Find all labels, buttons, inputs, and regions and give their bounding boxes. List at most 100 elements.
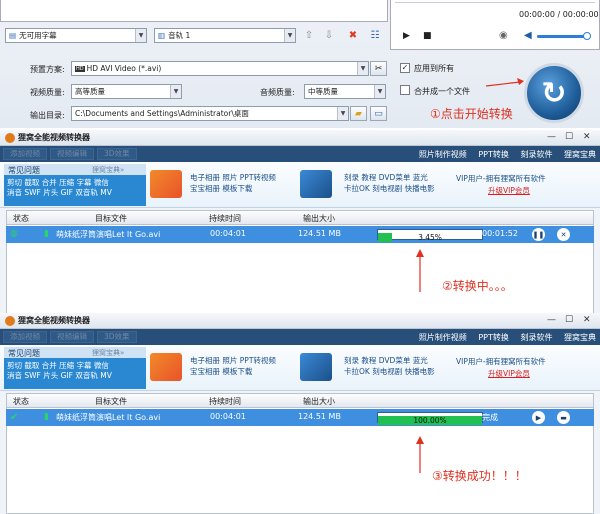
step2-annotation: ②转换中。。。: [442, 279, 513, 293]
play-button[interactable]: ▶: [532, 411, 545, 424]
menu-photo-video[interactable]: 照片制作视频: [419, 333, 467, 342]
close-icon[interactable]: ✕: [583, 132, 591, 142]
apply-all-checkbox[interactable]: ✓: [400, 63, 410, 73]
table-row[interactable]: ✔ ▮ 萌妹纸浮筒演唱Let It Go.avi 00:04:01 124.51…: [6, 409, 594, 426]
window-title: 狸窝全能视频转换器: [18, 316, 90, 325]
menu-ppt[interactable]: PPT转换: [478, 333, 509, 342]
menu-burn[interactable]: 刻录软件: [520, 150, 552, 159]
delete-icon[interactable]: ✖: [346, 28, 360, 42]
faq-tab[interactable]: 常见问题 狸窝宝典»: [4, 347, 146, 358]
video-quality-select[interactable]: 高等质量 ▼: [71, 84, 182, 99]
tab-video-edit[interactable]: 视频编辑: [50, 331, 94, 343]
tab-3d-effect[interactable]: 3D效果: [97, 148, 137, 160]
list-icon[interactable]: ☷: [368, 28, 382, 42]
vip-text: VIP用户-拥有狸窝所有软件: [456, 174, 546, 183]
ppt-icon[interactable]: [150, 170, 182, 198]
arrow-icon: [485, 78, 524, 87]
progress-text: 3.45%: [418, 233, 442, 242]
preset-select[interactable]: HD HD AVI Video (*.avi) ▼: [71, 61, 369, 76]
table-row[interactable]: ◍ ▮ 萌妹纸浮筒演唱Let It Go.avi 00:04:01 124.51…: [6, 226, 594, 243]
tab-add-video[interactable]: 添加视频: [3, 331, 47, 343]
volume-handle[interactable]: [583, 32, 591, 40]
apply-all-label: 应用到所有: [414, 64, 454, 73]
close-icon[interactable]: ✕: [583, 315, 591, 325]
album-links[interactable]: 电子相册 照片 PPT转视频 宝宝相册 模板下载: [190, 172, 276, 194]
tab-video-edit[interactable]: 视频编辑: [50, 148, 94, 160]
camera-icon[interactable]: ◉: [499, 30, 508, 41]
col-file: 目标文件: [95, 397, 127, 406]
volume-slider[interactable]: [537, 35, 587, 38]
row-size: 124.51 MB: [298, 412, 341, 421]
vip-link[interactable]: 升级VIP会员: [488, 185, 530, 196]
menu-burn[interactable]: 刻录软件: [520, 333, 552, 342]
chevron-down-icon: ▼: [337, 107, 348, 120]
minimize-icon[interactable]: —: [547, 315, 556, 325]
converter-window: 狸窝全能视频转换器 — ☐ ✕ 添加视频 视频编辑 3D效果 照片制作视频 PP…: [0, 130, 600, 318]
start-convert-button[interactable]: ↻: [524, 63, 584, 123]
dvd-icon[interactable]: [300, 353, 332, 381]
play-icon[interactable]: ▶: [403, 31, 410, 41]
col-duration: 持续时间: [209, 214, 241, 223]
pause-icon: ❚❚: [532, 230, 545, 239]
ppt-icon[interactable]: [150, 353, 182, 381]
move-down-icon[interactable]: ⇩: [322, 28, 336, 42]
audio-track-select[interactable]: ▥ 音轨 1 ▼: [154, 28, 296, 43]
settings-panel: 00:00:00 / 00:00:00 ▶ ■ ◉ ◀ ▤ 无可用字幕 ▼ ▥ …: [0, 0, 600, 128]
window-title: 狸窝全能视频转换器: [18, 133, 90, 142]
subtitle-select[interactable]: ▤ 无可用字幕 ▼: [5, 28, 147, 43]
output-dir-select[interactable]: C:\Documents and Settings\Administrator\…: [71, 106, 349, 121]
menu-ppt[interactable]: PPT转换: [478, 150, 509, 159]
menu-photo-video[interactable]: 照片制作视频: [419, 150, 467, 159]
vip-text: VIP用户-拥有狸窝所有软件: [456, 357, 546, 366]
col-status: 状态: [13, 214, 29, 223]
settings-icon[interactable]: ✂: [370, 61, 387, 76]
ad-banner: 常见问题 狸窝宝典» 剪切 截取 合并 压缩 字幕 微信 消音 SWF 片头 G…: [0, 162, 600, 208]
burn-links[interactable]: 刻录 教程 DVD菜单 蓝光 卡拉OK 刻电视剧 快播电影: [344, 172, 435, 194]
menu-links: 照片制作视频 PPT转换 刻录软件 狸窝宝典: [410, 332, 596, 343]
move-up-icon[interactable]: ⇧: [302, 28, 316, 42]
maximize-icon[interactable]: ☐: [565, 315, 573, 325]
cancel-button[interactable]: ✕: [557, 228, 570, 241]
chevron-down-icon: ▼: [357, 62, 368, 75]
video-file-icon: ▮: [44, 412, 49, 422]
chevron-down-icon: ▼: [284, 29, 295, 42]
folder-icon[interactable]: ▰: [350, 106, 367, 121]
dvd-icon[interactable]: [300, 170, 332, 198]
volume-icon[interactable]: ◀: [524, 30, 532, 41]
menu-guide[interactable]: 狸窝宝典: [564, 333, 596, 342]
ad-banner: 常见问题 狸窝宝典» 剪切 截取 合并 压缩 字幕 微信 消音 SWF 片头 G…: [0, 345, 600, 391]
feature-chips[interactable]: 剪切 截取 合并 压缩 字幕 微信 消音 SWF 片头 GIF 双音轨 MV: [4, 175, 146, 206]
list-header: 状态 目标文件 持续时间 输出大小: [6, 393, 594, 408]
feature-chips[interactable]: 剪切 截取 合并 压缩 字幕 微信 消音 SWF 片头 GIF 双音轨 MV: [4, 358, 146, 389]
arrow-icon: [416, 249, 424, 292]
audio-quality-select[interactable]: 中等质量 ▼: [304, 84, 386, 99]
tab-add-video[interactable]: 添加视频: [3, 148, 47, 160]
pause-button[interactable]: ❚❚: [532, 228, 545, 241]
app-logo-icon: [5, 316, 15, 326]
col-status: 状态: [13, 397, 29, 406]
album-links[interactable]: 电子相册 照片 PPT转视频 宝宝相册 模板下载: [190, 355, 276, 377]
minimize-icon[interactable]: —: [547, 132, 556, 142]
vip-link[interactable]: 升级VIP会员: [488, 368, 530, 379]
row-duration: 00:04:01: [210, 412, 246, 421]
menu-bar: 添加视频 视频编辑 3D效果 照片制作视频 PPT转换 刻录软件 狸窝宝典: [0, 146, 600, 162]
open-folder-button[interactable]: ▬: [557, 411, 570, 424]
subtitle-icon: ▤: [9, 31, 17, 40]
faq-tab[interactable]: 常见问题 狸窝宝典»: [4, 164, 146, 175]
hd-icon: HD: [75, 65, 85, 72]
open-folder-icon[interactable]: ▭: [370, 106, 387, 121]
arrow-icon: [416, 436, 424, 473]
progress-text: 100.00%: [413, 416, 447, 425]
menu-links: 照片制作视频 PPT转换 刻录软件 狸窝宝典: [410, 149, 596, 160]
converting-icon: ◍: [10, 229, 18, 239]
progress-bar: 100.00%: [377, 412, 483, 425]
col-file: 目标文件: [95, 214, 127, 223]
title-bar: 狸窝全能视频转换器 — ☐ ✕: [0, 130, 600, 146]
tab-3d-effect[interactable]: 3D效果: [97, 331, 137, 343]
merge-checkbox[interactable]: [400, 85, 410, 95]
player-time: 00:00:00 / 00:00:00: [519, 10, 599, 19]
burn-links[interactable]: 刻录 教程 DVD菜单 蓝光 卡拉OK 刻电视剧 快播电影: [344, 355, 435, 377]
stop-icon[interactable]: ■: [423, 31, 432, 41]
menu-guide[interactable]: 狸窝宝典: [564, 150, 596, 159]
maximize-icon[interactable]: ☐: [565, 132, 573, 142]
